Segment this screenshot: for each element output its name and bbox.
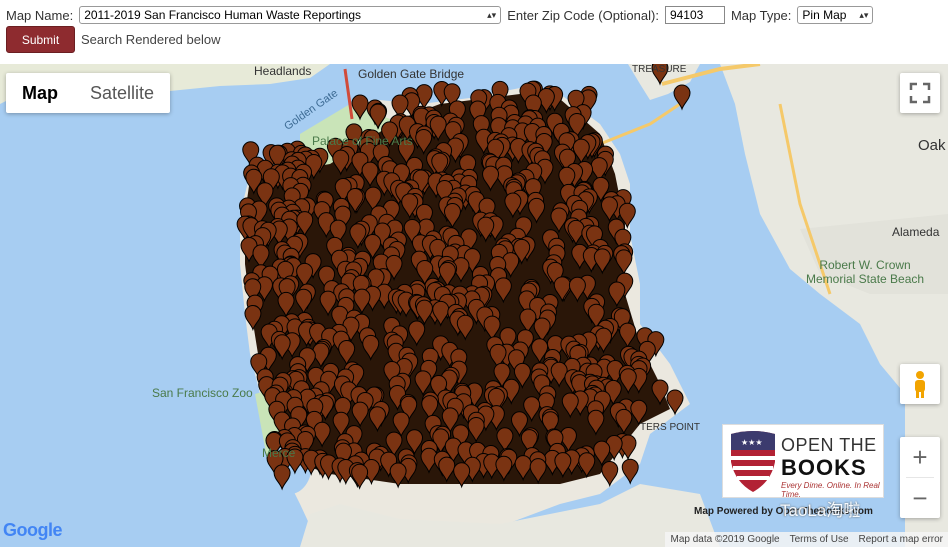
label-point: TERS POINT bbox=[640, 422, 701, 433]
shield-flag-icon: ★★★ bbox=[731, 431, 775, 492]
submit-button[interactable]: Submit bbox=[6, 26, 75, 53]
svg-text:★★★: ★★★ bbox=[741, 438, 763, 447]
google-logo[interactable]: Google bbox=[3, 520, 63, 541]
map-tab-button[interactable]: Map bbox=[6, 73, 74, 113]
street-view-pegman-button[interactable] bbox=[900, 364, 940, 404]
label-headlands: Headlands bbox=[254, 64, 312, 78]
map-type-control: Map Satellite bbox=[6, 73, 171, 113]
rendered-text: Search Rendered below bbox=[81, 32, 221, 47]
terms-link[interactable]: Terms of Use bbox=[785, 534, 854, 545]
label-treasure: TREASURE bbox=[632, 64, 687, 75]
map-pin-marker[interactable] bbox=[621, 458, 639, 485]
fullscreen-icon bbox=[909, 82, 931, 104]
map-type-label: Map Type: bbox=[730, 7, 792, 23]
pegman-icon bbox=[915, 371, 925, 398]
label-oakland: Oak bbox=[918, 137, 946, 154]
otb-line2: BOOKS bbox=[781, 455, 867, 480]
attribution-bar: Map data ©2019 Google Terms of Use Repor… bbox=[665, 532, 948, 547]
highway-line bbox=[599, 102, 681, 146]
zip-input[interactable] bbox=[664, 6, 725, 24]
zoom-in-button[interactable]: + bbox=[900, 437, 940, 477]
search-controls: Map Name: 2011-2019 San Francisco Human … bbox=[0, 0, 948, 64]
satellite-tab-button[interactable]: Satellite bbox=[74, 73, 170, 113]
label-sf-zoo: San Francisco Zoo bbox=[152, 386, 253, 400]
select-arrows-icon: ▴▾ bbox=[487, 10, 497, 20]
report-error-link[interactable]: Report a map error bbox=[854, 534, 948, 545]
controls-row-2: Submit Search Rendered below bbox=[6, 26, 220, 53]
open-the-books-logo[interactable]: ★★★ OPEN THE BOOKS Every Dime. Online. I… bbox=[722, 424, 884, 499]
watermark-text: TaoLa淘啦 bbox=[780, 501, 861, 520]
map-type-value: Pin Map bbox=[802, 8, 847, 22]
label-palace: Palace of Fine Arts bbox=[312, 134, 413, 148]
map-type-select[interactable]: Pin Map ▴▾ bbox=[797, 6, 874, 24]
fullscreen-button[interactable] bbox=[900, 73, 940, 113]
map-name-label: Map Name: bbox=[6, 7, 74, 23]
map-data-text: Map data ©2019 Google bbox=[670, 534, 780, 545]
map-canvas[interactable]: Headlands Golden Gate Bridge Golden Gate… bbox=[0, 64, 948, 547]
zoom-control: + − bbox=[900, 437, 940, 518]
label-alameda: Alameda bbox=[892, 225, 940, 239]
select-arrows-icon: ▴▾ bbox=[859, 10, 869, 20]
controls-row-1: Map Name: 2011-2019 San Francisco Human … bbox=[6, 6, 874, 24]
zoom-out-button[interactable]: − bbox=[900, 478, 940, 518]
google-logo-text: Google bbox=[3, 520, 63, 540]
label-crown-beach: Robert W. Crown Memorial State Beach bbox=[806, 258, 925, 286]
map-name-select[interactable]: 2011-2019 San Francisco Human Waste Repo… bbox=[79, 6, 502, 24]
map-name-value: 2011-2019 San Francisco Human Waste Repo… bbox=[84, 8, 362, 22]
zip-label: Enter Zip Code (Optional): bbox=[507, 7, 659, 23]
otb-line1: OPEN THE bbox=[781, 435, 877, 455]
label-golden-gate-bridge: Golden Gate Bridge bbox=[358, 67, 465, 81]
pin-layer bbox=[236, 64, 691, 491]
label-merced: Merce bbox=[262, 446, 296, 460]
